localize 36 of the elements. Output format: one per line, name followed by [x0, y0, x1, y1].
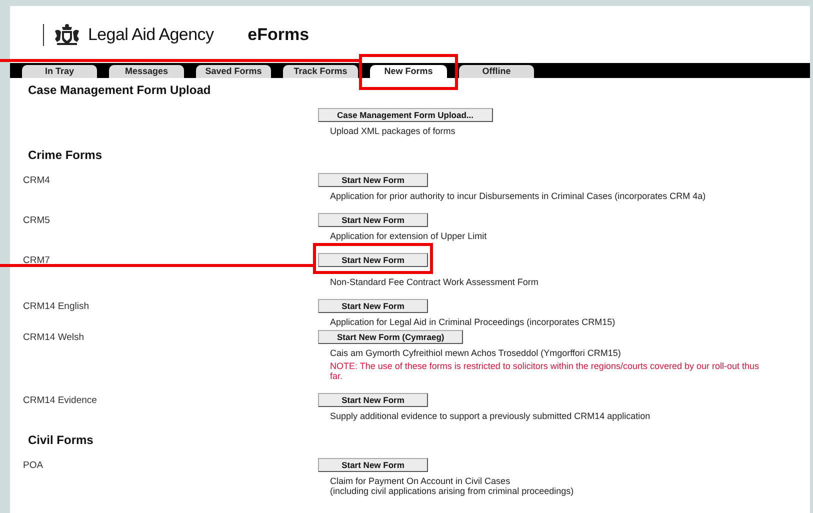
start-button[interactable]: Start New Form [318, 299, 428, 313]
form-description: Cais am Gymorth Cyfreithiol mewn Achos Troseddol (Ymgorffori CRM15) [330, 348, 621, 358]
tab[interactable]: Messages [109, 65, 184, 78]
start-button[interactable]: Start New Form [318, 393, 428, 407]
tab[interactable]: Saved Forms [196, 65, 271, 78]
form-description: Non-Standard Fee Contract Work Assessment Form [330, 277, 538, 287]
tab[interactable]: New Forms [370, 65, 447, 78]
start-button[interactable]: Start New Form [318, 458, 428, 472]
form-name: CRM14 Welsh [23, 332, 84, 343]
start-button[interactable]: Start New Form [318, 213, 428, 227]
section-heading: Crime Forms [28, 148, 104, 162]
form-name: CRM14 Evidence [23, 395, 97, 406]
form-description: Upload XML packages of forms [330, 126, 456, 136]
form-name: POA [23, 460, 44, 471]
section-heading: Case Management Form Upload [28, 83, 212, 97]
form-name: CRM4 [23, 175, 50, 186]
tab[interactable]: In Tray [22, 65, 97, 78]
start-button[interactable]: Start New Form (Cymraeg) [318, 330, 464, 344]
form-description: Supply additional evidence to support a previously submitted CRM14 application [330, 411, 650, 421]
form-description: Application for prior authority to incur Disbursements in Criminal Cases (incorporates CRM 4a) [330, 191, 706, 201]
form-description: Application for extension of Upper Limit [330, 231, 487, 241]
start-button[interactable]: Start New Form [318, 253, 428, 267]
note-text: NOTE: The use of these forms is restricted to solicitors within the regions/courts covered by our roll-out thus far. [330, 361, 760, 381]
form-name: CRM5 [23, 215, 50, 226]
agency-name: Legal Aid Agency [88, 25, 214, 45]
start-button[interactable]: Start New Form [318, 173, 428, 187]
form-name: CRM14 English [23, 301, 89, 312]
section-heading: Civil Forms [28, 433, 94, 447]
tab[interactable]: Track Forms [283, 65, 358, 78]
tab[interactable]: Offline [459, 65, 534, 78]
form-description: Claim for Payment On Account in Civil Cases (including civil applications arising from criminal proceedings) [330, 476, 574, 496]
form-description: Application for Legal Aid in Criminal Proceedings (incorporates CRM15) [330, 317, 616, 327]
app-title: eForms [248, 25, 310, 45]
crest-icon [52, 23, 82, 47]
start-button[interactable]: Case Management Form Upload... [318, 108, 492, 122]
form-name: CRM7 [23, 255, 50, 266]
